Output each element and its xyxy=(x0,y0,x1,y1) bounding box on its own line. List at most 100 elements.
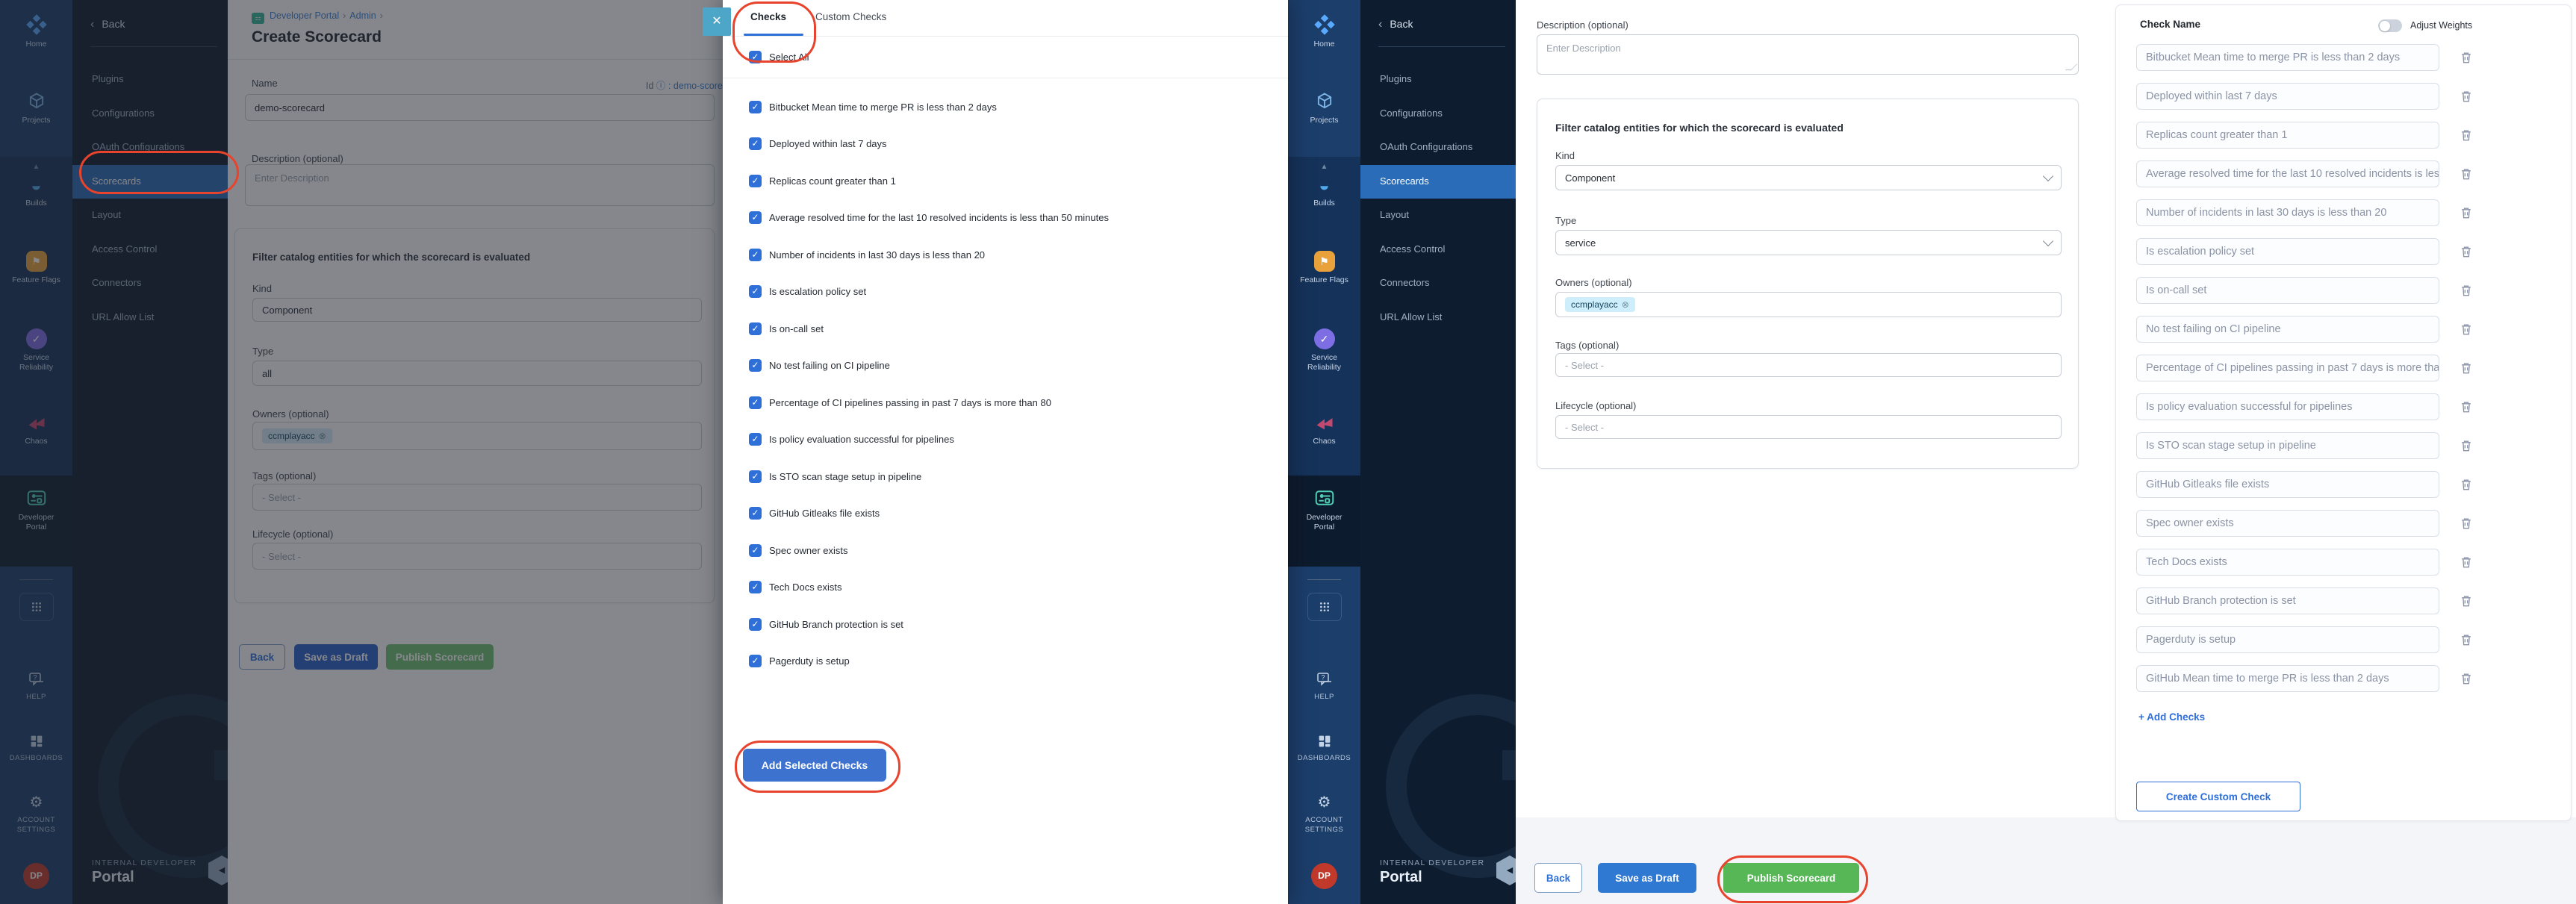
check-checkbox[interactable]: ✓ xyxy=(749,249,762,261)
check-name-input[interactable]: Percentage of CI pipelines passing in pa… xyxy=(2136,355,2439,381)
check-name-input[interactable]: Spec owner exists xyxy=(2136,510,2439,537)
check-name-input[interactable]: No test failing on CI pipeline xyxy=(2136,316,2439,343)
check-row: ✓ Is policy evaluation successful for pi… xyxy=(749,432,1273,447)
trash-icon[interactable] xyxy=(2459,361,2474,375)
back-link[interactable]: ‹Back xyxy=(1378,18,1413,31)
trash-icon[interactable] xyxy=(2459,322,2474,337)
trash-icon[interactable] xyxy=(2459,50,2474,65)
sidebar-item-dashboards[interactable]: DASHBOARDS xyxy=(1288,733,1360,763)
sidebar-item-builds[interactable]: ◒ Builds xyxy=(1288,178,1360,208)
owner-chip[interactable]: ccmplayacc⊗ xyxy=(1565,297,1635,312)
nav-item[interactable]: Connectors xyxy=(1360,266,1516,301)
check-name-input[interactable]: GitHub Branch protection is set xyxy=(2136,587,2439,614)
save-as-draft-button[interactable]: Save as Draft xyxy=(1598,863,1696,893)
annotation-oval-add-selected-checks xyxy=(735,741,900,793)
type-label: Type xyxy=(1555,215,1576,226)
check-checkbox[interactable]: ✓ xyxy=(749,137,762,150)
sidebar-item-service-reliability[interactable]: ✓ ServiceReliability xyxy=(1288,328,1360,372)
tags-select[interactable]: - Select - xyxy=(1555,353,2062,377)
check-label: No test failing on CI pipeline xyxy=(769,360,890,371)
nav-item[interactable]: Layout xyxy=(1360,199,1516,233)
trash-icon[interactable] xyxy=(2459,128,2474,143)
check-checkbox[interactable]: ✓ xyxy=(749,322,762,335)
type-select[interactable]: service xyxy=(1555,230,2062,255)
trash-icon[interactable] xyxy=(2459,89,2474,104)
check-name-input[interactable]: Is on-call set xyxy=(2136,277,2439,304)
check-checkbox[interactable]: ✓ xyxy=(749,581,762,593)
check-name-input[interactable]: Is escalation policy set xyxy=(2136,238,2439,265)
check-name-input[interactable]: Replicas count greater than 1 xyxy=(2136,122,2439,149)
nav-item[interactable]: OAuth Configurations xyxy=(1360,131,1516,165)
check-checkbox[interactable]: ✓ xyxy=(749,470,762,483)
check-name-input[interactable]: Tech Docs exists xyxy=(2136,549,2439,576)
check-checkbox[interactable]: ✓ xyxy=(749,175,762,187)
check-label: Is policy evaluation successful for pipe… xyxy=(769,434,954,445)
trash-icon[interactable] xyxy=(2459,477,2474,492)
nav-item[interactable]: Configurations xyxy=(1360,97,1516,131)
sidebar-item-help[interactable]: ? HELP xyxy=(1288,670,1360,702)
check-name-input[interactable]: GitHub Gitleaks file exists xyxy=(2136,471,2439,498)
lifecycle-select[interactable]: - Select - xyxy=(1555,415,2062,439)
tab-custom-checks[interactable]: Custom Checks xyxy=(815,11,886,22)
trash-icon[interactable] xyxy=(2459,283,2474,298)
check-checkbox[interactable]: ✓ xyxy=(749,101,762,113)
check-label: Number of incidents in last 30 days is l… xyxy=(769,249,985,261)
trash-icon[interactable] xyxy=(2459,593,2474,608)
annotation-oval-scorecards xyxy=(79,151,239,194)
trash-icon[interactable] xyxy=(2459,516,2474,531)
user-avatar[interactable]: DP xyxy=(1311,863,1337,889)
check-checkbox[interactable]: ✓ xyxy=(749,507,762,520)
check-label: GitHub Branch protection is set xyxy=(769,619,903,630)
nav-item[interactable]: URL Allow List xyxy=(1360,301,1516,335)
sidebar-item-feature-flags[interactable]: ⚑ Feature Flags xyxy=(1288,251,1360,285)
check-checkbox[interactable]: ✓ xyxy=(749,285,762,298)
sidebar-item-developer-portal[interactable]: DeveloperPortal xyxy=(1288,487,1360,532)
check-name-input[interactable]: Is STO scan stage setup in pipeline xyxy=(2136,432,2439,459)
module-selector-button[interactable] xyxy=(1307,593,1342,621)
sidebar-item-account-settings[interactable]: ⚙ ACCOUNTSETTINGS xyxy=(1288,793,1360,835)
check-name-input[interactable]: Number of incidents in last 30 days is l… xyxy=(2136,199,2439,226)
trash-icon[interactable] xyxy=(2459,244,2474,259)
kind-select[interactable]: Component xyxy=(1555,165,2062,190)
check-name-input[interactable]: Is policy evaluation successful for pipe… xyxy=(2136,393,2439,420)
adjust-weights-toggle[interactable] xyxy=(2378,19,2402,32)
check-checkbox[interactable]: ✓ xyxy=(749,396,762,409)
collapse-up-icon[interactable]: ▲ xyxy=(1288,163,1360,171)
textarea-resize-handle[interactable] xyxy=(2065,64,2078,70)
trash-icon[interactable] xyxy=(2459,555,2474,570)
check-label: Spec owner exists xyxy=(769,545,848,556)
trash-icon[interactable] xyxy=(2459,205,2474,220)
trash-icon[interactable] xyxy=(2459,632,2474,647)
nav-item[interactable]: Scorecards xyxy=(1360,165,1516,199)
trash-icon[interactable] xyxy=(2459,671,2474,686)
check-checkbox[interactable]: ✓ xyxy=(749,359,762,372)
chip-remove-icon[interactable]: ⊗ xyxy=(1622,299,1629,310)
check-checkbox[interactable]: ✓ xyxy=(749,544,762,557)
sidebar-item-projects[interactable]: Projects xyxy=(1288,91,1360,125)
check-name-input[interactable]: GitHub Mean time to merge PR is less tha… xyxy=(2136,665,2439,692)
check-label: Is STO scan stage setup in pipeline xyxy=(769,471,921,482)
check-checkbox[interactable]: ✓ xyxy=(749,211,762,224)
trash-icon[interactable] xyxy=(2459,166,2474,181)
check-name-input[interactable]: Average resolved time for the last 10 re… xyxy=(2136,160,2439,187)
service-reliability-icon: ✓ xyxy=(1314,328,1335,349)
check-checkbox[interactable]: ✓ xyxy=(749,433,762,446)
chevron-left-icon: ‹ xyxy=(1378,18,1382,31)
check-name-input[interactable]: Bitbucket Mean time to merge PR is less … xyxy=(2136,44,2439,71)
nav-item[interactable]: Plugins xyxy=(1360,63,1516,97)
sidebar-item-chaos[interactable]: Chaos xyxy=(1288,412,1360,446)
add-checks-link[interactable]: + Add Checks xyxy=(2138,711,2205,723)
create-custom-check-button[interactable]: Create Custom Check xyxy=(2136,782,2300,811)
back-button[interactable]: Back xyxy=(1534,863,1582,893)
check-checkbox[interactable]: ✓ xyxy=(749,655,762,667)
check-name-input[interactable]: Pagerduty is setup xyxy=(2136,626,2439,653)
check-checkbox[interactable]: ✓ xyxy=(749,618,762,631)
trash-icon[interactable] xyxy=(2459,399,2474,414)
sidebar-item-home[interactable]: Home xyxy=(1288,13,1360,49)
description-textarea[interactable]: Enter Description xyxy=(1537,34,2079,75)
check-name-panel: Check Name Adjust Weights Bitbucket Mean… xyxy=(2115,4,2572,821)
trash-icon[interactable] xyxy=(2459,438,2474,453)
check-name-input[interactable]: Deployed within last 7 days xyxy=(2136,83,2439,110)
nav-item[interactable]: Access Control xyxy=(1360,233,1516,267)
owners-input[interactable]: ccmplayacc⊗ xyxy=(1555,292,2062,317)
